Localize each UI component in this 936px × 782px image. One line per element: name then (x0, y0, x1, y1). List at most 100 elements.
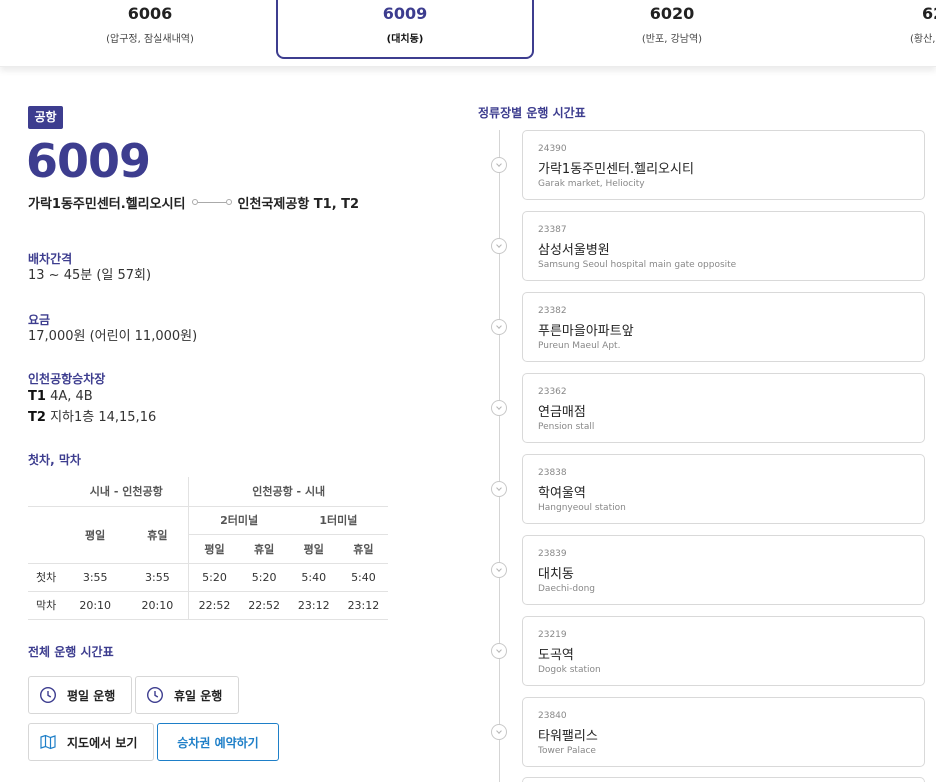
stop-card[interactable]: 23387 삼성서울병원 Samsung Seoul hospital main… (522, 211, 925, 281)
stop-name-en: Tower Palace (538, 746, 596, 756)
holiday-schedule-label: 휴일 운행 (174, 688, 223, 703)
holiday-schedule-button[interactable]: 휴일 운행 (135, 676, 239, 714)
stop-name-en: Garak market, Heliocity (538, 179, 645, 189)
stop-id: 23839 (538, 549, 567, 559)
route-tab-number: 6006 (127, 4, 173, 23)
route-tab-62[interactable]: 62 (황산, (910, 0, 936, 59)
stop-node-icon[interactable] (491, 724, 507, 740)
airport-stop-t2: T2 지하1층 14,15,16 (28, 409, 156, 427)
route-tab-number: 6009 (382, 4, 428, 23)
cell: 22:52 (188, 591, 240, 620)
col-weekday: 평일 (64, 506, 127, 564)
stop-name: 학여울역 (538, 486, 586, 501)
timeline-line (499, 130, 500, 782)
cell: 5:40 (288, 563, 339, 592)
end-terminal: 인천국제공항 T1, T2 (237, 196, 360, 212)
t1-label: T1 (28, 389, 46, 404)
interval-value: 13 ~ 45분 (일 57회) (28, 268, 152, 283)
cell: 5:20 (239, 563, 289, 592)
stop-card-partial[interactable] (522, 777, 925, 782)
row-label-last: 막차 (28, 591, 65, 620)
airport-stop-title: 인천공항승차장 (28, 372, 106, 386)
table-corner (28, 477, 65, 507)
first-last-table: 시내 - 인천공항 인천공항 - 시내 평일 휴일 2터미널 1터미널 평일 휴… (28, 477, 388, 620)
col-terminal1: 1터미널 (288, 506, 388, 535)
cell: 23:12 (338, 591, 388, 620)
stop-name: 푸른마을아파트앞 (538, 324, 634, 339)
t2-label: T2 (28, 410, 46, 425)
route-tab-number: 62 (922, 4, 936, 23)
terminal-connector (191, 199, 232, 205)
stop-name: 대치동 (538, 567, 574, 582)
airport-stop-t1: T1 4A, 4B (28, 388, 93, 406)
route-terminals: 가락1동주민센터.헬리오시티 인천국제공항 T1, T2 (28, 192, 359, 212)
stop-name: 도곡역 (538, 648, 574, 663)
stop-node-icon[interactable] (491, 319, 507, 335)
stops-timetable-title: 정류장별 운행 시간표 (478, 106, 586, 120)
route-tab-sub: (반포, 강남역) (641, 34, 703, 45)
stop-name-en: Pureun Maeul Apt. (538, 341, 621, 351)
stop-id: 23840 (538, 711, 567, 721)
stop-node-icon[interactable] (491, 157, 507, 173)
stop-card[interactable]: 23382 푸른마을아파트앞 Pureun Maeul Apt. (522, 292, 925, 362)
cell: 20:10 (126, 591, 189, 620)
col-t2-holiday: 휴일 (239, 534, 289, 564)
stop-node-icon[interactable] (491, 238, 507, 254)
route-tab-number: 6020 (649, 4, 695, 23)
view-map-label: 지도에서 보기 (67, 735, 138, 750)
stop-card[interactable]: 23219 도곡역 Dogok station (522, 616, 925, 686)
clock-icon (146, 686, 164, 704)
cell: 3:55 (64, 563, 127, 592)
interval-title: 배차간격 (28, 252, 73, 266)
cell: 23:12 (288, 591, 339, 620)
table-row: 첫차 3:55 3:55 5:20 5:20 5:40 5:40 (28, 563, 388, 592)
route-tab-6009[interactable]: 6009 (대치동) (276, 0, 534, 59)
table-corner (28, 534, 65, 564)
stop-node-icon[interactable] (491, 643, 507, 659)
col-t1-weekday: 평일 (288, 534, 339, 564)
weekday-schedule-button[interactable]: 평일 운행 (28, 676, 132, 714)
t2-value: 지하1층 14,15,16 (50, 410, 157, 425)
stop-card[interactable]: 23839 대치동 Daechi-dong (522, 535, 925, 605)
stop-node-icon[interactable] (491, 481, 507, 497)
view-map-button[interactable]: 지도에서 보기 (28, 723, 154, 761)
stop-id: 24390 (538, 144, 567, 154)
stop-name-en: Daechi-dong (538, 584, 596, 594)
stop-name: 삼성서울병원 (538, 243, 610, 258)
cell: 5:40 (338, 563, 388, 592)
t1-value: 4A, 4B (50, 389, 93, 404)
stop-card[interactable]: 24390 가락1동주민센터.헬리오시티 Garak market, Helio… (522, 130, 925, 200)
stop-name: 연금매점 (538, 405, 586, 420)
col-t1-holiday: 휴일 (338, 534, 388, 564)
stop-id: 23362 (538, 387, 567, 397)
first-last-title: 첫차, 막차 (28, 453, 81, 467)
reserve-ticket-button[interactable]: 승차권 예약하기 (157, 723, 279, 761)
stop-name-en: Hangnyeoul station (538, 503, 626, 513)
stop-id: 23387 (538, 225, 567, 235)
stop-id: 23382 (538, 306, 567, 316)
stop-id: 23219 (538, 630, 567, 640)
start-terminal: 가락1동주민센터.헬리오시티 (28, 196, 186, 212)
airport-badge: 공항 (28, 106, 63, 129)
fare-value: 17,000원 (어린이 11,000원) (28, 329, 198, 344)
fare-title: 요금 (28, 313, 51, 327)
route-tab-6006[interactable]: 6006 (압구정, 잠실새내역) (60, 0, 240, 59)
full-schedule-title: 전체 운행 시간표 (28, 645, 114, 659)
route-tab-sub: (대치동) (386, 34, 424, 45)
route-number: 6009 (26, 134, 151, 188)
table-corner (28, 506, 64, 534)
stop-card[interactable]: 23838 학여울역 Hangnyeoul station (522, 454, 925, 524)
stop-card[interactable]: 23362 연금매점 Pension stall (522, 373, 925, 443)
stop-name-en: Samsung Seoul hospital main gate opposit… (538, 260, 737, 270)
stop-node-icon[interactable] (491, 562, 507, 578)
row-label-first: 첫차 (28, 563, 65, 592)
cell: 22:52 (239, 591, 289, 620)
col-terminal2: 2터미널 (188, 506, 289, 535)
stop-card[interactable]: 23840 타워팰리스 Tower Palace (522, 697, 925, 767)
stop-name: 가락1동주민센터.헬리오시티 (538, 162, 694, 177)
stop-node-icon[interactable] (491, 400, 507, 416)
route-tab-6020[interactable]: 6020 (반포, 강남역) (582, 0, 762, 59)
cell: 3:55 (126, 563, 189, 592)
route-tab-sub: (압구정, 잠실새내역) (106, 34, 194, 45)
stop-name: 타워팰리스 (538, 729, 598, 744)
